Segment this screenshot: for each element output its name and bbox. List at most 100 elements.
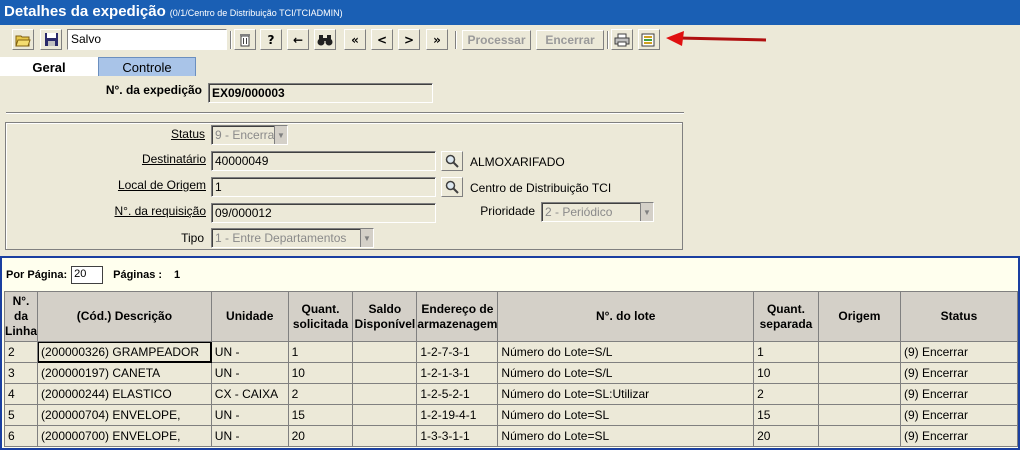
column-header[interactable]: Quant. solicitada [287,291,354,342]
table-cell: UN - [210,425,289,447]
prioridade-select[interactable]: 2 - Periódico ▼ [541,202,654,222]
close-shipment-button[interactable]: Encerrar [536,30,604,50]
table-row[interactable]: 5 (200000704) ENVELOPE, UN - 15 1-2-19-4… [4,404,1019,426]
table-row[interactable]: 6 (200000700) ENVELOPE, UN - 20 1-3-3-1-… [4,425,1019,447]
tipo-select-value: 1 - Entre Departamentos [215,231,347,245]
origem-name: Centro de Distribuição TCI [470,181,612,195]
first-record-icon[interactable]: « [344,29,366,50]
table-cell [352,425,418,447]
table-cell: (200000704) ENVELOPE, [36,404,212,426]
column-header[interactable]: N°. do lote [497,291,755,342]
table-cell: UN - [210,362,289,384]
table-cell: 10 [753,362,819,384]
table-cell: UN - [210,404,289,426]
column-header[interactable]: Quant. separada [753,291,819,342]
origem-label: Local de Origem [117,178,206,192]
tab-geral[interactable]: Geral [0,57,98,76]
table-cell: 1-2-19-4-1 [416,404,499,426]
column-header[interactable]: Saldo Disponível [352,291,418,342]
items-table: N°. da Linha (Cód.) Descrição Unidade Qu… [4,291,1019,447]
tipo-select[interactable]: 1 - Entre Departamentos ▼ [211,228,374,248]
table-cell [352,362,418,384]
table-cell [817,404,901,426]
pages-count: 1 [174,269,181,281]
tab-controle[interactable]: Controle [98,57,196,76]
shipment-number-field[interactable]: EX09/000003 [208,83,433,103]
previous-record-icon[interactable]: < [371,29,393,50]
table-cell: (9) Encerrar [899,404,1019,426]
pager: Por Página: 20 Páginas : 1 [6,266,180,284]
requisicao-field[interactable]: 09/000012 [211,203,436,223]
status-label: Status [170,127,205,141]
last-record-icon[interactable]: » [426,29,448,50]
prioridade-select-value: 2 - Periódico [545,205,613,219]
table-cell: CX - CAIXA [210,383,289,405]
search-destinatario-button[interactable] [441,151,463,171]
red-arrow-annotation [666,31,767,46]
chevron-down-icon: ▼ [360,229,373,247]
binoculars-icon[interactable] [314,29,336,50]
table-cell [352,383,418,405]
table-cell: 1-2-7-3-1 [416,341,499,363]
help-icon[interactable]: ? [260,29,282,50]
search-origem-button[interactable] [441,177,463,197]
window-title: Detalhes da expedição [4,3,166,20]
table-cell: 1-2-1-3-1 [416,362,499,384]
table-cell: 10 [287,362,354,384]
origem-field[interactable]: 1 [211,177,436,197]
toolbar-separator [230,31,232,49]
toolbar: Salvo ? ← « < > » Processar Encerrar [0,28,1020,52]
status-select[interactable]: 9 - Encerra ▼ [211,125,288,145]
toolbar-separator [607,31,609,49]
save-disk-icon[interactable] [40,29,62,50]
table-cell: (9) Encerrar [899,383,1019,405]
arrow-left-icon[interactable]: ← [287,29,309,50]
per-page-input[interactable]: 20 [71,266,104,284]
chevron-down-icon: ▼ [274,126,287,144]
table-cell: 2 [287,383,354,405]
prioridade-label: Prioridade [480,204,535,218]
items-list-panel: Por Página: 20 Páginas : 1 N°. da Linha … [0,256,1020,450]
table-cell: 1 [287,341,354,363]
table-cell [817,425,901,447]
requisicao-label: N°. da requisição [114,204,206,218]
table-cell: 2 [4,341,38,363]
table-cell: 3 [4,362,38,384]
destinatario-name: ALMOXARIFADO [470,155,565,169]
column-header[interactable]: Unidade [210,291,289,342]
table-cell: Número do Lote=SL:Utilizar [497,383,755,405]
export-report-icon[interactable] [638,29,660,50]
table-cell: 1 [753,341,819,363]
column-header[interactable]: Origem [817,291,901,342]
trash-icon[interactable] [234,29,256,50]
open-folder-icon[interactable] [12,29,34,50]
status-message-field: Salvo [67,29,227,50]
status-select-value: 9 - Encerra [215,128,275,142]
table-cell: 15 [753,404,819,426]
table-cell[interactable]: (200000326) GRAMPEADOR [36,341,212,363]
table-cell [817,383,901,405]
table-cell: (9) Encerrar [899,341,1019,363]
divider [6,112,684,114]
column-header[interactable]: (Cód.) Descrição [36,291,212,342]
table-cell [352,341,418,363]
magnifier-icon [445,154,459,168]
print-icon[interactable] [611,29,633,50]
table-header-row: N°. da Linha (Cód.) Descrição Unidade Qu… [4,291,1019,342]
column-header[interactable]: Status [899,291,1019,342]
destinatario-field[interactable]: 40000049 [211,151,436,171]
table-row[interactable]: 4 (200000244) ELASTICO CX - CAIXA 2 1-2-… [4,383,1019,405]
table-row[interactable]: 2 (200000326) GRAMPEADOR UN - 1 1-2-7-3-… [4,341,1019,363]
table-row[interactable]: 3 (200000197) CANETA UN - 10 1-2-1-3-1 N… [4,362,1019,384]
table-cell: Número do Lote=SL [497,425,755,447]
column-header[interactable]: N°. da Linha [4,291,38,342]
destinatario-label: Destinatário [141,152,206,166]
table-cell: 6 [4,425,38,447]
table-cell: (200000197) CANETA [36,362,212,384]
shipment-number-label: N°. da expedição [105,83,202,97]
chevron-down-icon: ▼ [640,203,653,221]
next-record-icon[interactable]: > [398,29,420,50]
column-header[interactable]: Endereço de armazenagem [416,291,499,342]
table-cell: Número do Lote=S/L [497,362,755,384]
process-button[interactable]: Processar [462,30,531,50]
